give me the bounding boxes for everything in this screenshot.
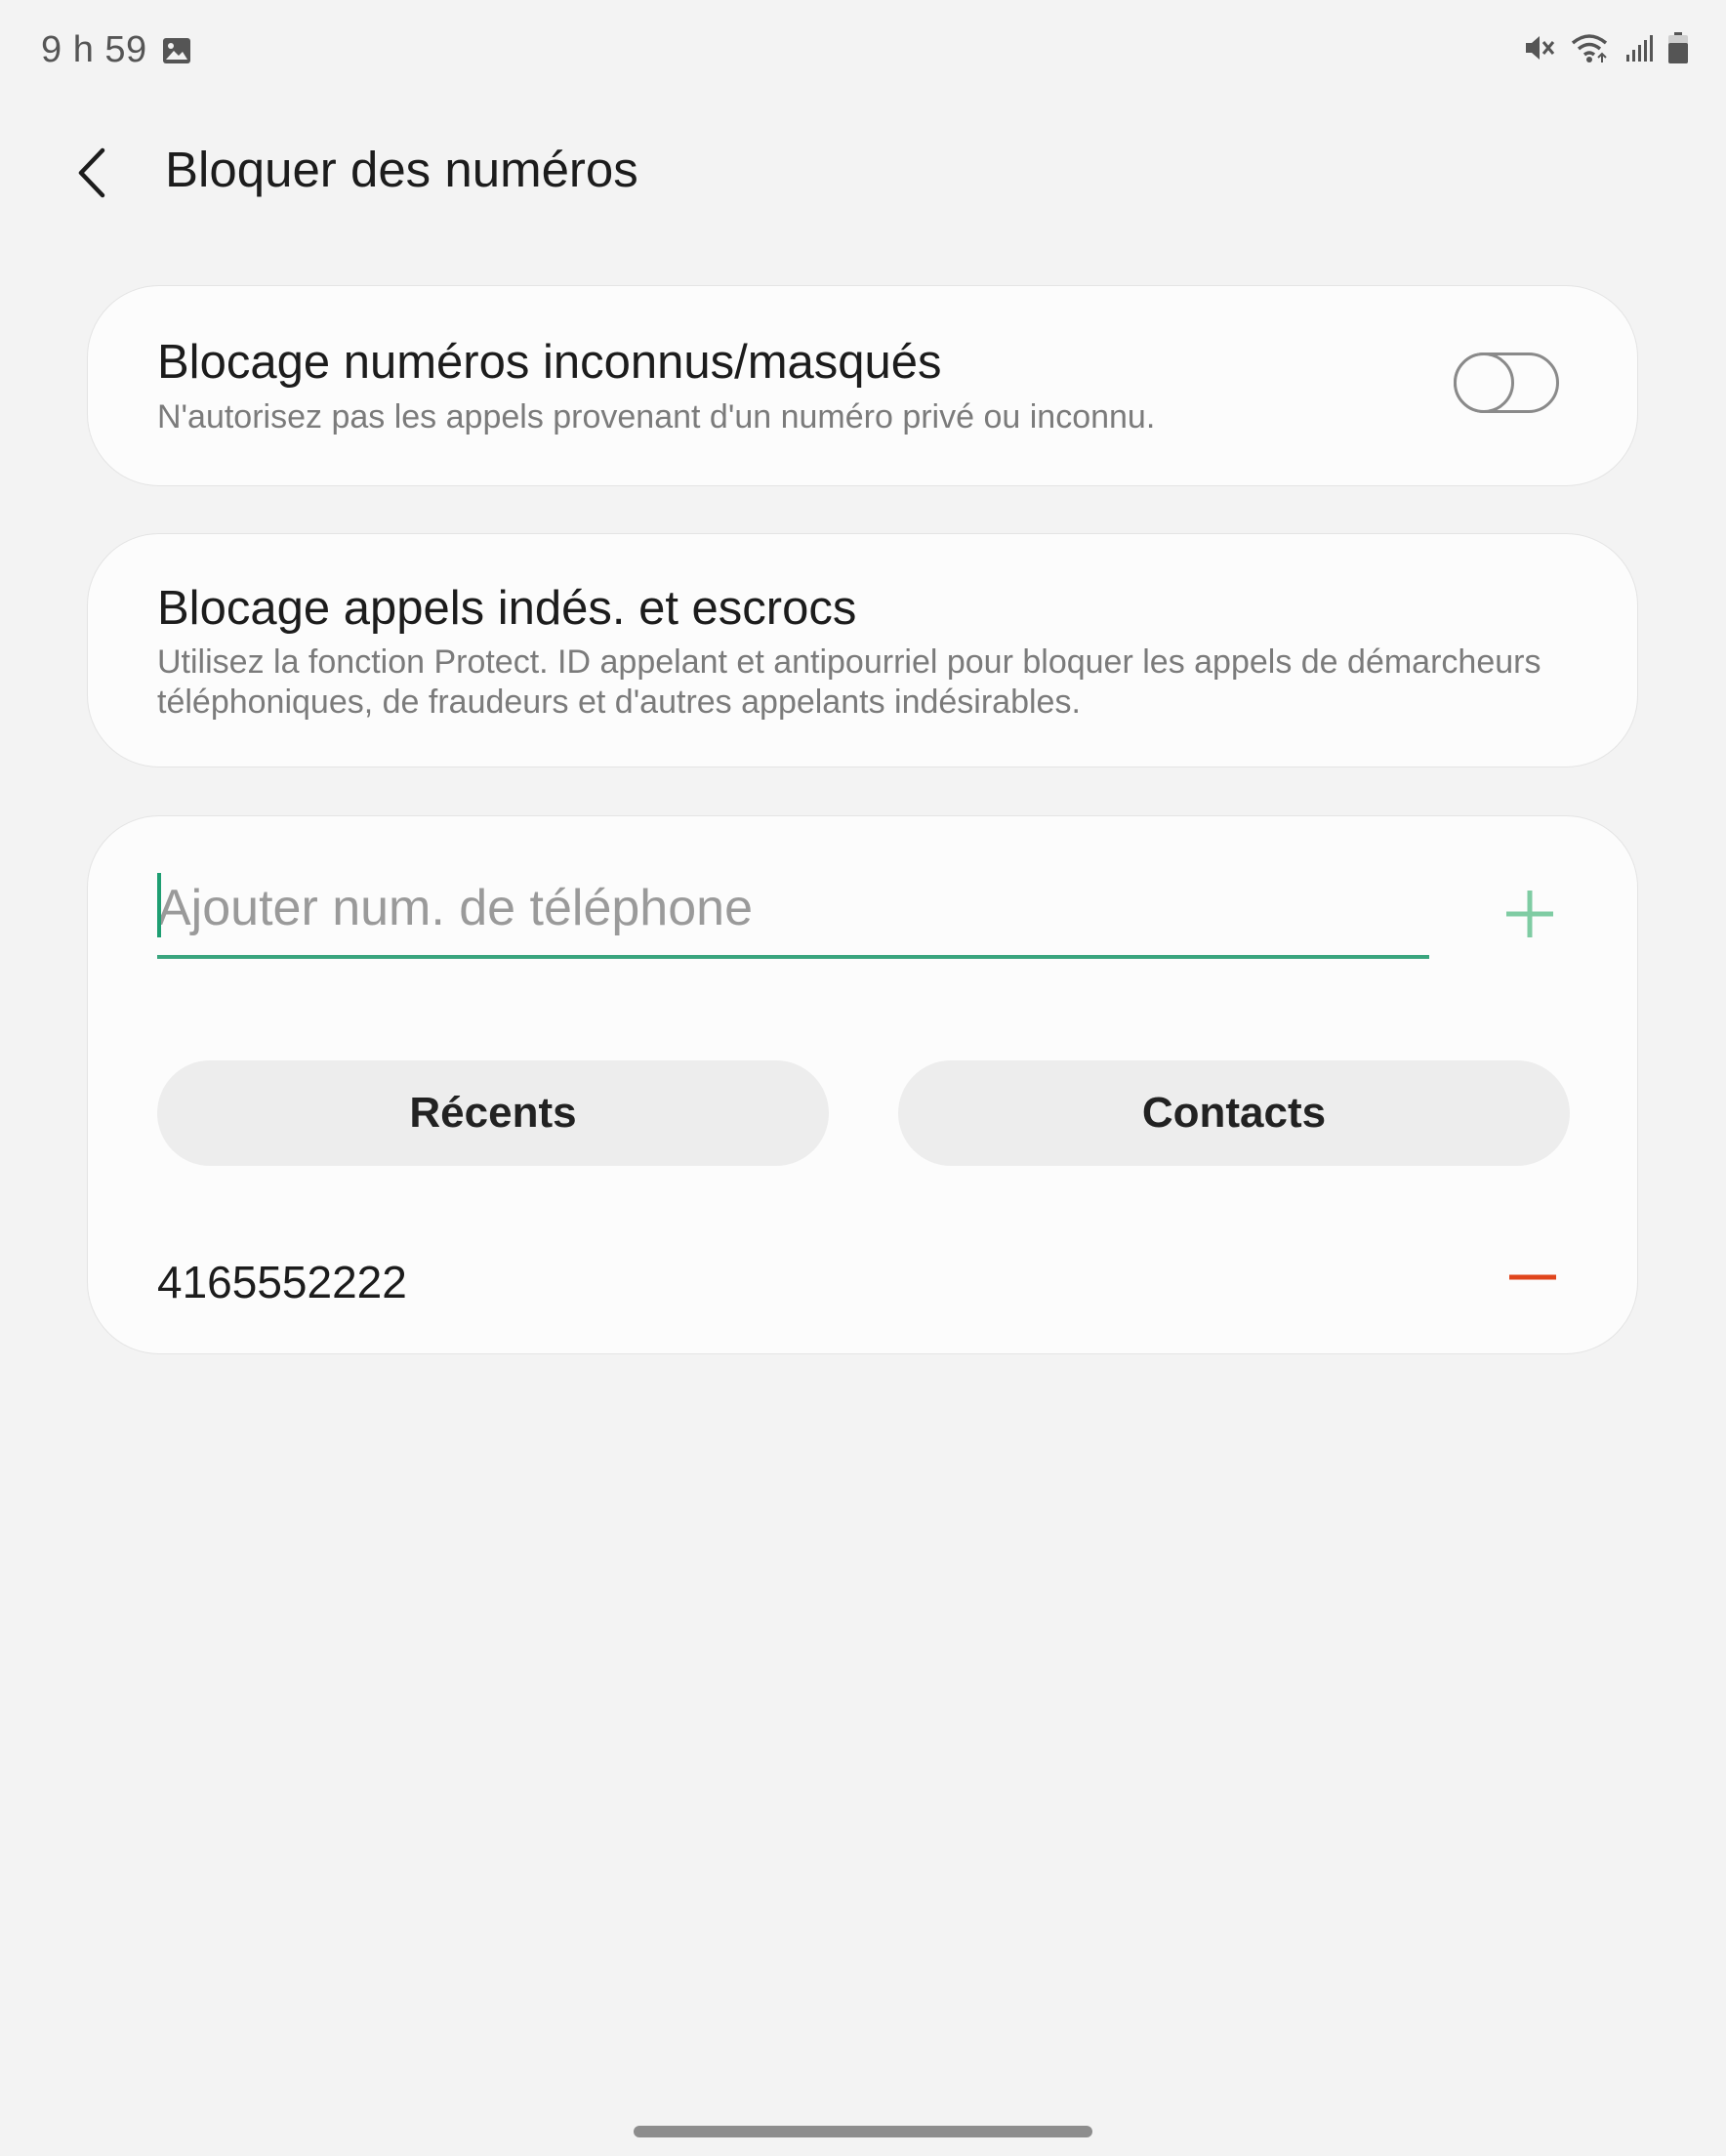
status-time: 9 h 59 [41, 29, 147, 70]
home-indicator[interactable] [634, 2126, 1092, 2137]
setting-title: Blocage numéros inconnus/masqués [157, 336, 942, 389]
text-cursor [157, 873, 161, 937]
chevron-left-icon [78, 147, 105, 198]
minus-icon [1509, 1274, 1556, 1280]
block-spam-calls-setting[interactable]: Blocage appels indés. et escrocs Utilise… [87, 533, 1638, 767]
back-button[interactable] [59, 139, 127, 207]
status-bar: 9 h 59 [0, 0, 1726, 102]
gallery-icon [162, 37, 191, 64]
block-unknown-toggle[interactable] [1454, 352, 1559, 413]
add-number-button[interactable] [1500, 885, 1559, 943]
signal-icon [1624, 33, 1654, 62]
block-unknown-numbers-setting[interactable]: Blocage numéros inconnus/masqués N'autor… [87, 285, 1638, 486]
blocked-number-item: 4165552222 [157, 1257, 407, 1307]
block-list-card: Récents Contacts 4165552222 [87, 815, 1638, 1354]
wifi-icon [1570, 32, 1611, 63]
phone-number-input[interactable] [157, 865, 1429, 951]
battery-icon [1667, 31, 1689, 64]
setting-title: Blocage appels indés. et escrocs [157, 582, 857, 635]
status-icons [1523, 31, 1689, 64]
vibrate-mute-icon [1523, 33, 1556, 62]
app-header: Bloquer des numéros [0, 127, 1726, 215]
plus-icon [1506, 891, 1553, 937]
phone-input-container [157, 865, 1429, 959]
remove-number-button[interactable] [1506, 1258, 1559, 1297]
setting-description: Utilisez la fonction Protect. ID appelan… [157, 643, 1541, 721]
page-title: Bloquer des numéros [165, 142, 638, 197]
toggle-knob [1454, 352, 1514, 413]
setting-description: N'autorisez pas les appels provenant d'u… [157, 398, 1156, 435]
recents-button[interactable]: Récents [157, 1060, 829, 1166]
contacts-button[interactable]: Contacts [898, 1060, 1570, 1166]
